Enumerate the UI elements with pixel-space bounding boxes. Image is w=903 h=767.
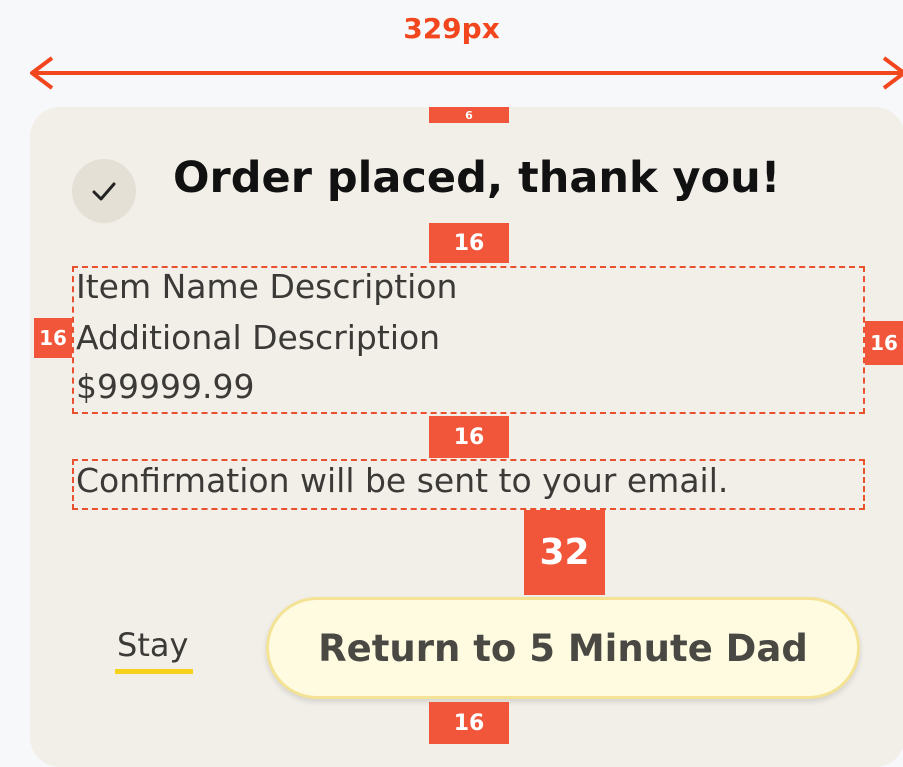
spacing-tag-top: 6 [429,107,509,123]
item-name: Item Name Description [76,267,458,306]
spacing-tag-before-buttons: 32 [524,510,605,595]
checkmark-icon [72,159,136,223]
spacing-tag-after-title: 16 [429,223,509,263]
width-dimension-arrow [30,56,903,90]
return-button[interactable]: Return to 5 Minute Dad [266,597,860,699]
spacing-tag-after-details: 16 [429,416,509,458]
confirmation-message: Confirmation will be sent to your email. [76,461,729,500]
item-price: $99999.99 [76,367,255,406]
width-annotation-label: 329px [403,12,500,45]
spacing-tag-bottom: 16 [429,702,509,744]
item-additional-description: Additional Description [76,318,441,357]
dialog-title: Order placed, thank you! [173,153,781,203]
stay-link-underline [115,669,193,674]
spacing-tag-left: 16 [34,318,72,358]
spacing-tag-right: 16 [865,321,903,365]
stay-link[interactable]: Stay [117,626,188,664]
